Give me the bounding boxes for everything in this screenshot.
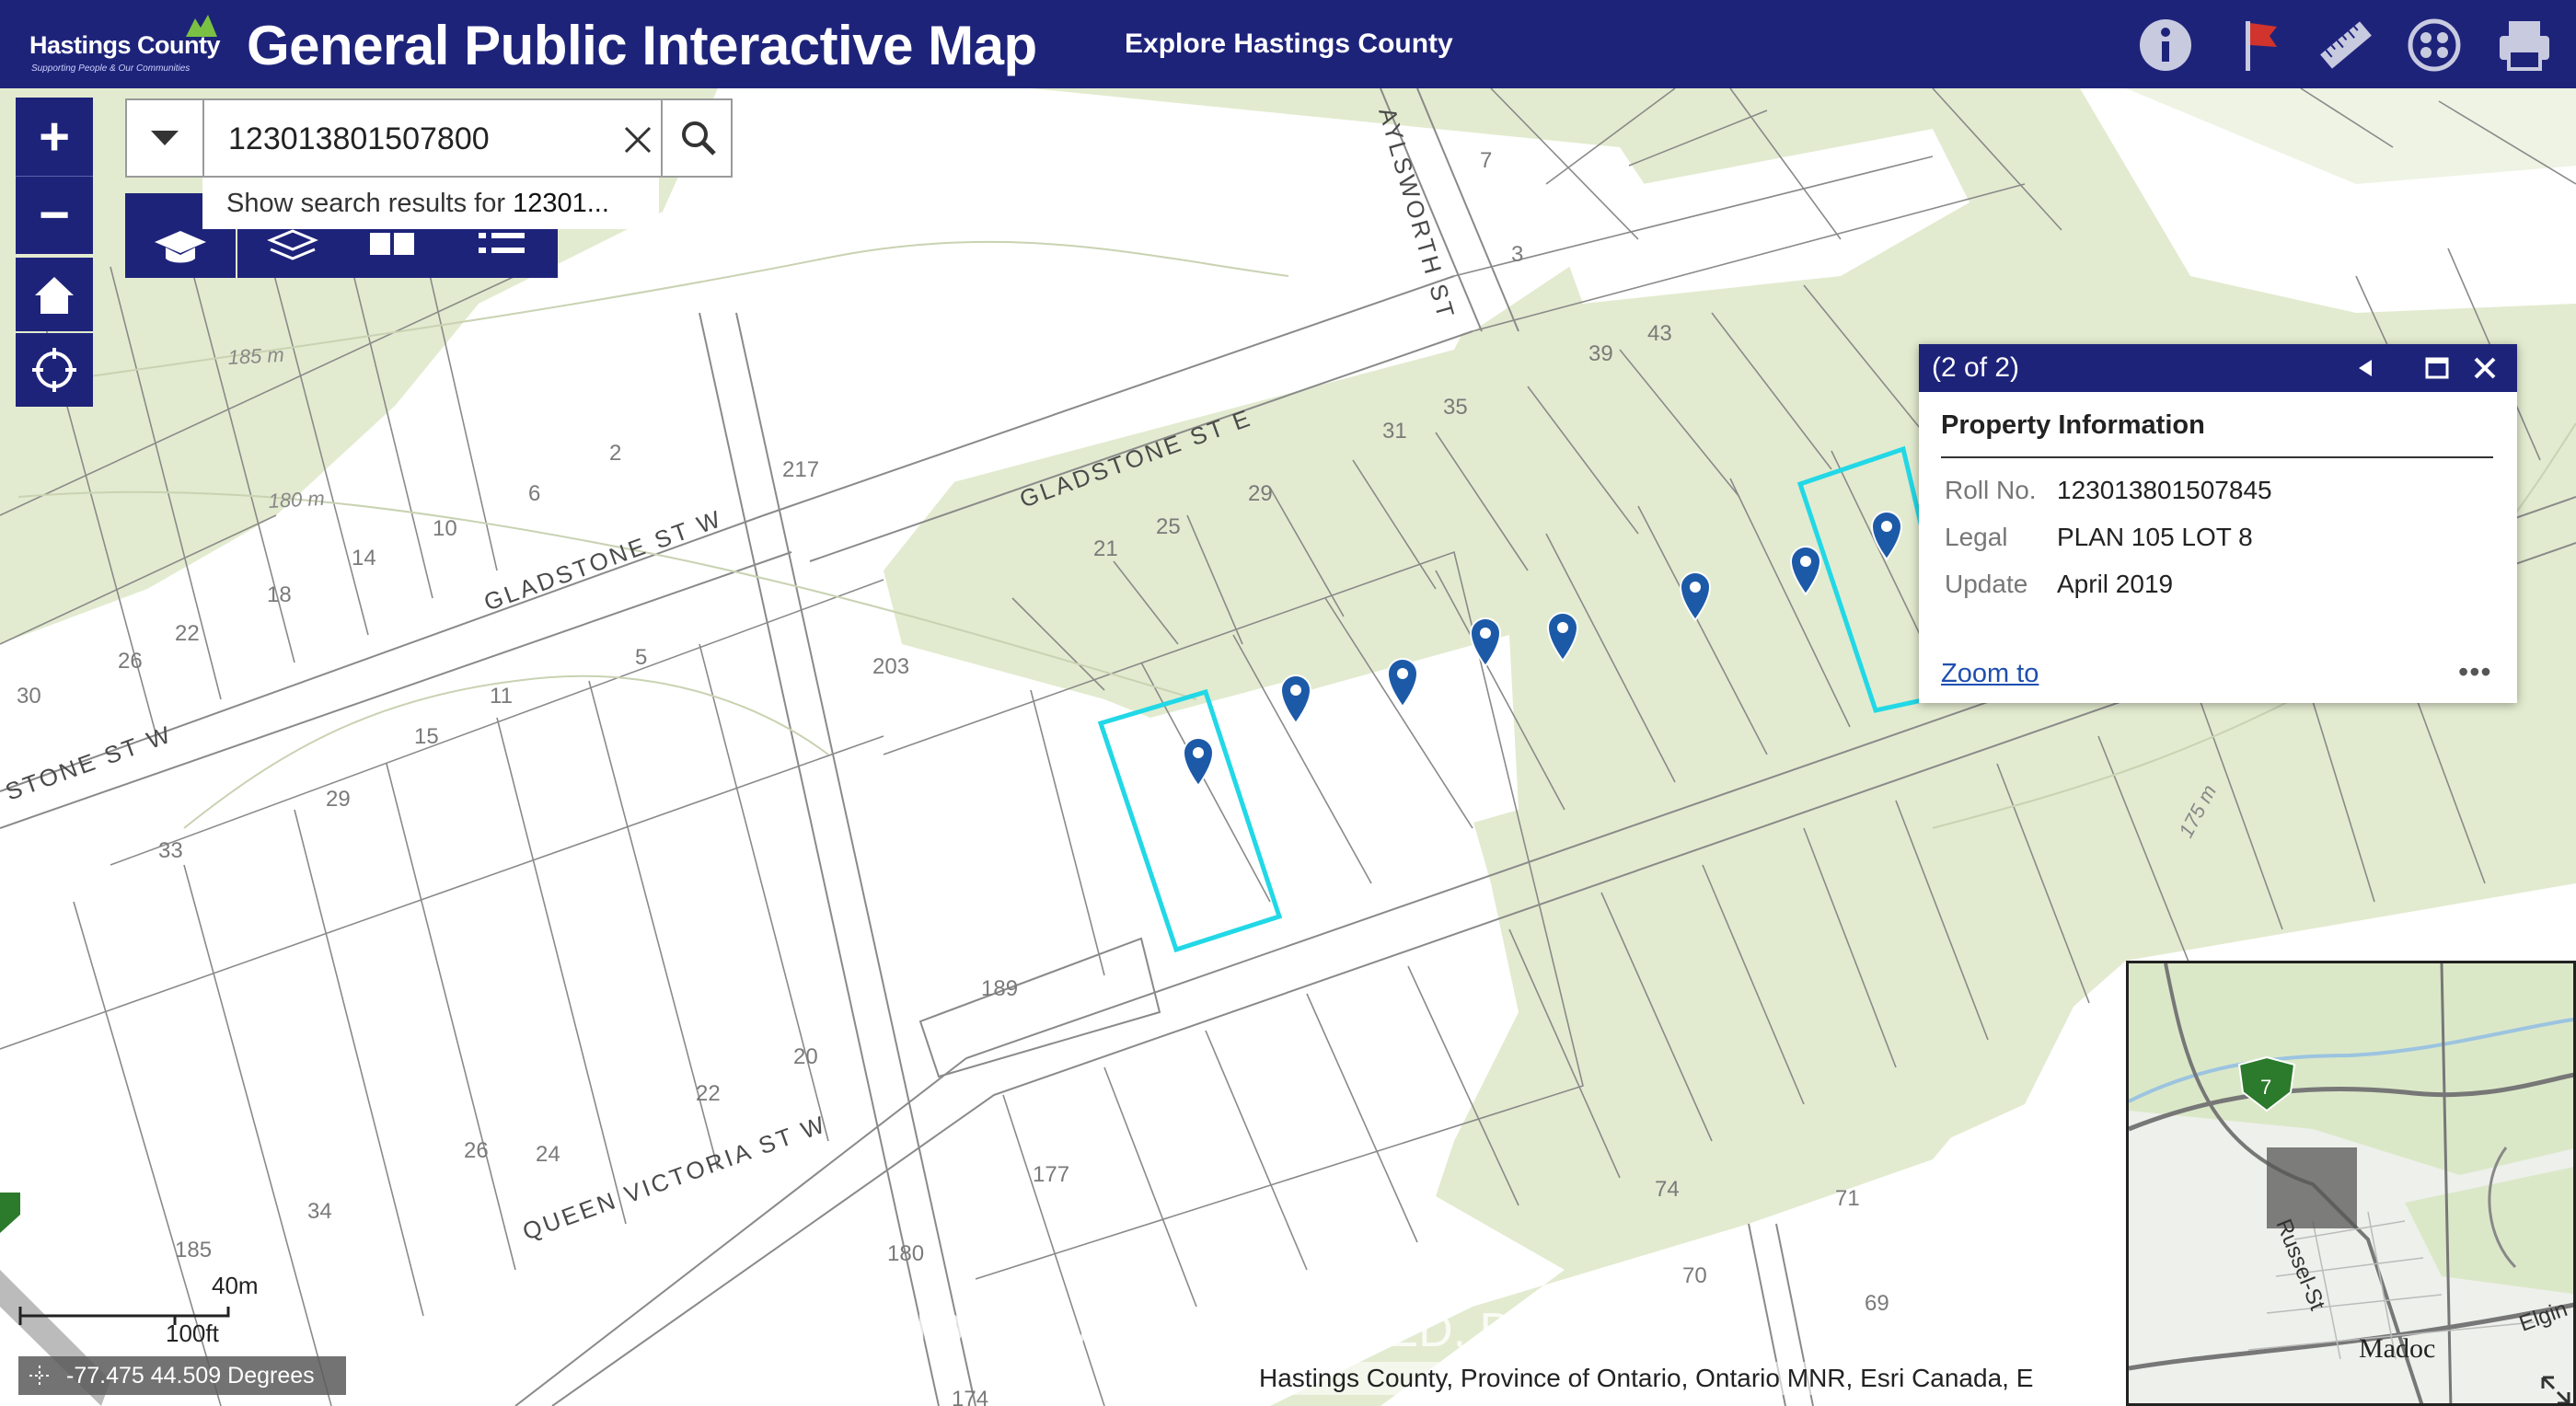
scale-metric-label: 40m [212, 1272, 259, 1299]
popup-title: Property Information [1941, 410, 2205, 440]
svg-text:43: 43 [1647, 321, 1672, 346]
svg-text:14: 14 [352, 546, 376, 570]
svg-text:26: 26 [464, 1138, 489, 1163]
search-suggestion[interactable]: Show search results for 12301... [202, 178, 659, 229]
svg-text:180: 180 [887, 1241, 924, 1266]
close-icon [624, 126, 652, 154]
overview-town-label: Madoc [2359, 1333, 2435, 1364]
print-icon[interactable] [2494, 15, 2555, 75]
home-icon [35, 277, 74, 314]
svg-text:22: 22 [175, 621, 200, 646]
overview-extent-box [2267, 1147, 2357, 1228]
zoom-divider [16, 176, 93, 177]
search-icon [682, 121, 716, 156]
svg-text:189: 189 [981, 976, 1018, 1001]
svg-text:71: 71 [1835, 1186, 1860, 1211]
search-input[interactable]: 123013801507800 [228, 121, 490, 157]
svg-text:33: 33 [158, 838, 183, 863]
svg-text:24: 24 [536, 1142, 560, 1167]
overview-map[interactable]: 7 Russel-St Madoc Elgin [2126, 961, 2576, 1406]
search-source-dropdown[interactable] [127, 100, 204, 176]
svg-text:26: 26 [118, 649, 143, 674]
svg-text:7: 7 [1480, 148, 1492, 173]
info-icon[interactable] [2135, 15, 2196, 75]
svg-text:18: 18 [267, 582, 292, 607]
svg-text:185: 185 [175, 1238, 212, 1262]
previous-feature-icon[interactable] [2351, 354, 2379, 382]
svg-text:3: 3 [1511, 242, 1523, 267]
svg-text:15: 15 [414, 724, 439, 749]
caret-down-icon [151, 131, 179, 145]
zoom-control: + − [16, 98, 93, 254]
svg-text:177: 177 [1033, 1162, 1069, 1187]
svg-text:20: 20 [793, 1044, 818, 1069]
zoom-out-button[interactable]: − [16, 176, 93, 254]
close-icon[interactable] [2471, 354, 2499, 382]
more-actions-button[interactable]: ••• [2458, 655, 2492, 688]
maximize-icon[interactable] [2423, 354, 2451, 382]
brokerage-watermark: MARINO LOCATIONS LIMITED, Brokerage [773, 1304, 1701, 1357]
logo-tagline: Supporting People & Our Communities [31, 63, 191, 74]
crosshair-icon [29, 1366, 50, 1386]
popup-header: (2 of 2) [1919, 344, 2517, 392]
basemap-gallery-icon[interactable] [2404, 15, 2465, 75]
flag-icon[interactable] [2229, 15, 2290, 75]
scale-imperial-label: 100ft [166, 1320, 219, 1347]
svg-text:30: 30 [17, 684, 41, 709]
split-view-icon [370, 233, 414, 255]
svg-text:34: 34 [307, 1199, 332, 1224]
svg-text:6: 6 [528, 481, 540, 506]
svg-text:5: 5 [635, 645, 647, 670]
app-title: General Public Interactive Map [247, 15, 1037, 76]
svg-text:7: 7 [2260, 1076, 2271, 1099]
search-widget: 123013801507800 [125, 98, 733, 178]
svg-text:74: 74 [1655, 1177, 1680, 1202]
svg-text:2: 2 [609, 441, 621, 466]
coordinate-text: -77.475 44.509 Degrees [66, 1363, 315, 1389]
svg-text:217: 217 [782, 457, 819, 482]
map-attribution: Hastings County, Province of Ontario, On… [1259, 1362, 2034, 1395]
svg-text:174: 174 [952, 1387, 988, 1406]
logo-title: Hastings County [29, 31, 221, 59]
property-info-popup: (2 of 2) Property Information Roll No. 12… [1919, 344, 2517, 703]
zoom-to-link[interactable]: Zoom to [1941, 657, 2039, 690]
search-button[interactable] [661, 100, 734, 176]
list-icon [479, 233, 525, 253]
hastings-county-logo[interactable]: Hastings County Supporting People & Our … [17, 13, 228, 77]
graduation-cap-icon [155, 231, 206, 263]
ruler-icon[interactable] [2316, 15, 2376, 75]
svg-text:29: 29 [1248, 481, 1273, 506]
svg-text:180 m: 180 m [268, 487, 325, 513]
svg-text:69: 69 [1865, 1291, 1889, 1316]
app-header: Hastings County Supporting People & Our … [0, 0, 2576, 88]
svg-text:22: 22 [696, 1081, 721, 1106]
explore-hastings-link[interactable]: Explore Hastings County [1125, 28, 1453, 61]
home-button[interactable] [16, 258, 93, 331]
svg-text:39: 39 [1588, 341, 1613, 366]
popup-feature-counter: (2 of 2) [1932, 352, 2020, 383]
svg-text:185 m: 185 m [227, 343, 284, 369]
svg-text:11: 11 [490, 684, 513, 709]
svg-text:10: 10 [433, 516, 457, 541]
svg-text:70: 70 [1682, 1263, 1707, 1288]
layers-icon [267, 229, 318, 260]
locate-icon [32, 348, 76, 392]
svg-text:29: 29 [326, 787, 351, 812]
svg-text:35: 35 [1443, 395, 1468, 420]
zoom-in-button[interactable]: + [16, 98, 93, 176]
popup-divider [1941, 456, 2493, 458]
svg-text:203: 203 [872, 654, 909, 679]
scale-bar: 40m 100ft [18, 1270, 259, 1347]
coordinate-display[interactable]: -77.475 44.509 Degrees [18, 1356, 346, 1395]
svg-text:25: 25 [1156, 514, 1181, 539]
locate-button[interactable] [16, 333, 93, 407]
svg-text:31: 31 [1382, 419, 1407, 444]
svg-text:21: 21 [1093, 536, 1118, 561]
